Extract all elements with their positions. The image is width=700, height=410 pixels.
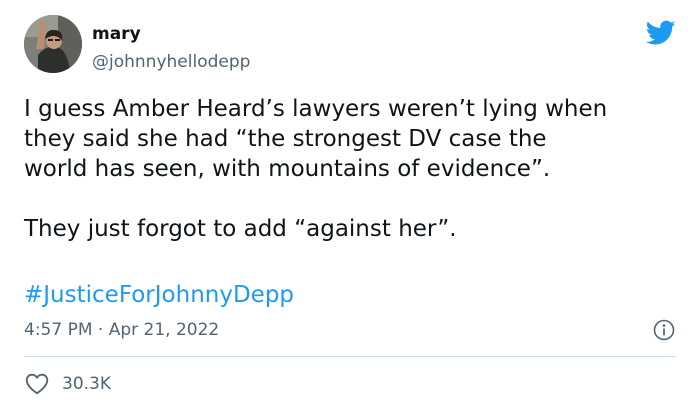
author-handle[interactable]: @johnnyhellodepp [92,50,250,74]
twitter-bird-icon[interactable] [646,20,676,46]
tweet-text-line: They just forgot to add “against her”. [24,216,457,242]
avatar-photo [24,15,82,73]
tweet-text-line: I guess Amber Heard’s lawyers weren’t ly… [24,96,608,122]
author-name[interactable]: mary [92,22,141,46]
heart-outline-icon[interactable] [24,371,50,397]
tweet-text-line: they said she had “the strongest DV case… [24,126,547,152]
divider [24,356,676,357]
tweet-text: I guess Amber Heard’s lawyers weren’t ly… [24,94,676,244]
tweet-timestamp[interactable]: 4:57 PM · Apr 21, 2022 [24,318,219,342]
tweet-card: mary @johnnyhellodepp I guess Amber Hear… [0,0,700,410]
tweet-text-line: world has seen, with mountains of eviden… [24,156,551,182]
hashtag-link[interactable]: #JusticeForJohnnyDepp [24,280,294,310]
like-button[interactable]: 30.3K [24,370,111,398]
avatar[interactable] [24,15,82,73]
like-count: 30.3K [62,374,111,394]
info-circle-icon[interactable] [652,318,676,342]
